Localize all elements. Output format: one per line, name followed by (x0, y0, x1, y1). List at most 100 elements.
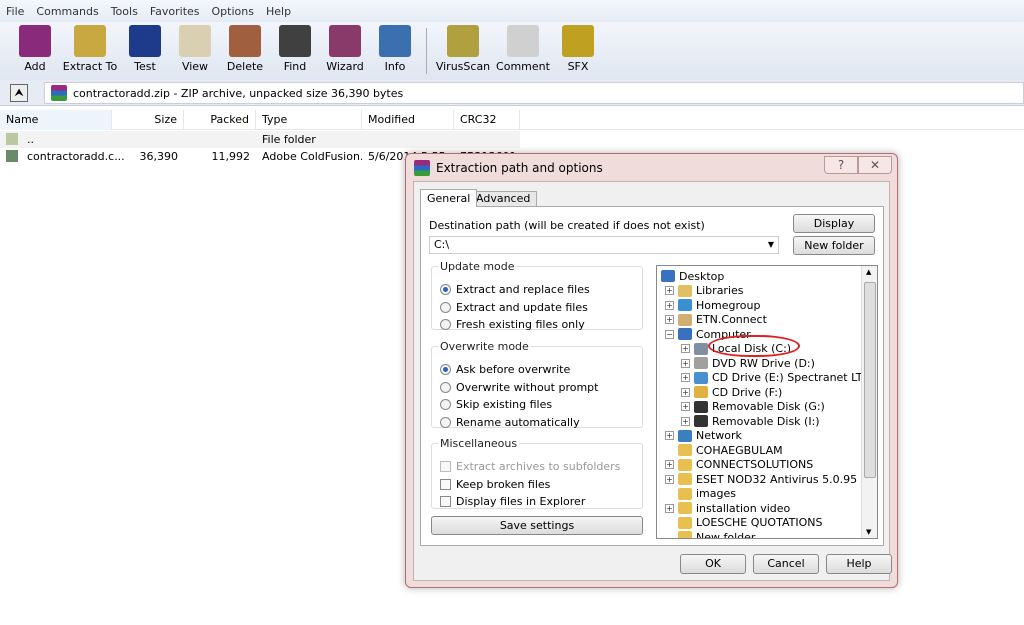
column-crc32[interactable]: CRC32 (454, 109, 520, 130)
overwrite-mode-radio-3[interactable]: Rename automatically (440, 416, 580, 429)
menu-help[interactable]: Help (266, 5, 291, 18)
tree-item[interactable]: + installation video (665, 501, 790, 515)
file-row[interactable]: .. File folder (0, 131, 520, 148)
tree-item[interactable]: + ETN.Connect (665, 313, 767, 327)
cancel-button[interactable]: Cancel (753, 554, 819, 574)
toolbar-button-view[interactable]: View (170, 22, 220, 80)
scroll-up-icon[interactable]: ▲ (866, 268, 871, 276)
expand-icon[interactable] (665, 532, 674, 538)
toolbar-button-comment[interactable]: Comment (493, 22, 553, 80)
tree-item[interactable]: + Network (665, 429, 742, 443)
new-folder-button[interactable]: New folder (793, 236, 875, 255)
toolbar-button-virusscan[interactable]: VirusScan (433, 22, 493, 80)
misc-option-1[interactable]: Keep broken files (440, 478, 550, 491)
checkbox[interactable] (440, 496, 451, 507)
toolbar-button-sfx[interactable]: SFX (553, 22, 603, 80)
help-title-button[interactable]: ? (824, 156, 858, 174)
close-button[interactable]: ✕ (858, 156, 892, 174)
expand-icon[interactable]: + (665, 431, 674, 440)
misc-option-2[interactable]: Display files in Explorer (440, 495, 585, 508)
radio-button[interactable] (440, 399, 451, 410)
tree-item[interactable]: + Libraries (665, 284, 744, 298)
toolbar-button-info[interactable]: Info (370, 22, 420, 80)
chevron-down-icon[interactable]: ▼ (768, 237, 774, 253)
column-type[interactable]: Type (256, 109, 362, 130)
display-button[interactable]: Display (793, 214, 875, 233)
expand-icon[interactable]: + (665, 286, 674, 295)
column-packed[interactable]: Packed (184, 109, 256, 130)
radio-button[interactable] (440, 301, 451, 313)
toolbar-button-add[interactable]: Add (10, 22, 60, 80)
tree-scrollbar[interactable]: ▲ ▼ (861, 266, 877, 538)
menu-file[interactable]: File (6, 5, 24, 18)
tree-item[interactable]: + Removable Disk (I:) (681, 414, 820, 428)
toolbar-button-test[interactable]: Test (120, 22, 170, 80)
tree-item[interactable]: New folder (665, 530, 755, 538)
tree-item[interactable]: + CD Drive (E:) Spectranet LTE (681, 371, 869, 385)
tab-general[interactable]: General (420, 189, 478, 207)
overwrite-mode-radio-2[interactable]: Skip existing files (440, 398, 552, 411)
up-folder-button[interactable]: ⮝ (10, 84, 28, 102)
ok-button[interactable]: OK (680, 554, 746, 574)
tree-item[interactable]: + CONNECTSOLUTIONS (665, 458, 813, 472)
expand-icon[interactable]: + (681, 344, 690, 353)
option-label: Fresh existing files only (456, 318, 585, 331)
tab-advanced[interactable]: Advanced (469, 191, 538, 206)
tree-item[interactable]: + DVD RW Drive (D:) (681, 356, 815, 370)
expand-icon[interactable]: + (681, 373, 690, 382)
tree-item[interactable]: images (665, 487, 736, 501)
column-size[interactable]: Size (112, 109, 184, 130)
expand-icon[interactable]: + (665, 460, 674, 469)
option-label: Extract archives to subfolders (456, 460, 621, 473)
toolbar-button-extract-to[interactable]: Extract To (60, 22, 120, 80)
help-button[interactable]: Help (826, 554, 892, 574)
expand-icon[interactable]: + (665, 315, 674, 324)
expand-icon[interactable] (665, 489, 674, 498)
expand-icon[interactable]: + (681, 387, 690, 397)
column-name[interactable]: Name (0, 109, 112, 130)
radio-button[interactable] (440, 364, 451, 375)
expand-icon[interactable]: + (681, 416, 690, 426)
tree-item[interactable]: + ESET NOD32 Antivirus 5.0.95 (665, 472, 857, 486)
overwrite-mode-radio-1[interactable]: Overwrite without prompt (440, 381, 598, 394)
toolbar-button-delete[interactable]: Delete (220, 22, 270, 80)
toolbar-button-wizard[interactable]: Wizard (320, 22, 370, 80)
tree-item[interactable]: COHAEGBULAM (665, 443, 783, 457)
update-mode-radio-2[interactable]: Fresh existing files only (440, 318, 585, 331)
address-field[interactable]: contractoradd.zip - ZIP archive, unpacke… (44, 82, 1024, 104)
radio-button[interactable] (440, 381, 451, 393)
column-modified[interactable]: Modified (362, 109, 454, 130)
tree-item[interactable]: + CD Drive (F:) (681, 385, 782, 399)
tree-item[interactable]: + Homegroup (665, 298, 760, 312)
menu-tools[interactable]: Tools (111, 5, 138, 18)
expand-icon[interactable]: + (681, 358, 690, 368)
tree-item[interactable]: LOESCHE QUOTATIONS (665, 516, 822, 530)
folder-tree[interactable]: Desktop + Libraries + Homegroup + ETN.Connect −… (656, 265, 878, 539)
radio-button[interactable] (440, 284, 451, 295)
overwrite-mode-radio-0[interactable]: Ask before overwrite (440, 363, 570, 376)
collapse-icon[interactable]: − (665, 329, 674, 339)
radio-button[interactable] (440, 416, 451, 428)
option-label: Display files in Explorer (456, 495, 586, 508)
scroll-down-icon[interactable]: ▼ (866, 528, 871, 536)
expand-icon[interactable]: + (665, 474, 674, 484)
destination-path-combo[interactable]: C:\ ▼ (429, 236, 779, 254)
toolbar-button-find[interactable]: Find (270, 22, 320, 80)
update-mode-radio-1[interactable]: Extract and update files (440, 301, 588, 314)
expand-icon[interactable]: + (665, 300, 674, 310)
expand-icon[interactable]: + (665, 503, 674, 513)
expand-icon[interactable]: + (681, 402, 690, 411)
radio-button[interactable] (440, 319, 451, 330)
tree-item[interactable]: Desktop (661, 269, 724, 283)
save-settings-button[interactable]: Save settings (431, 516, 643, 535)
menu-commands[interactable]: Commands (36, 5, 98, 18)
checkbox[interactable] (440, 478, 451, 490)
menu-favorites[interactable]: Favorites (150, 5, 200, 18)
file-type: Adobe ColdFusion... (262, 150, 362, 163)
tree-item[interactable]: + Removable Disk (G:) (681, 400, 825, 414)
scrollbar-thumb[interactable] (864, 282, 876, 478)
expand-icon[interactable] (665, 518, 674, 527)
menu-options[interactable]: Options (212, 5, 254, 18)
expand-icon[interactable] (665, 445, 674, 455)
update-mode-radio-0[interactable]: Extract and replace files (440, 283, 590, 296)
